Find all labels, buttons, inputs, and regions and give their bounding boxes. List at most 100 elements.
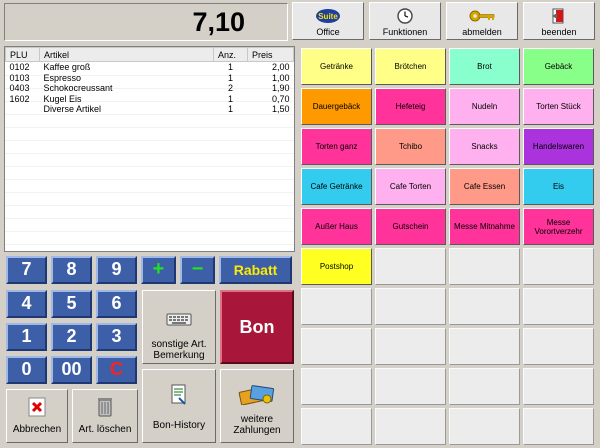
key-icon	[447, 6, 517, 26]
category-button-cafe-getränke[interactable]: Cafe Getränke	[301, 168, 372, 205]
category-button-handelswaren[interactable]: Handelswaren	[523, 128, 594, 165]
category-button-tchibo[interactable]: Tchibo	[375, 128, 446, 165]
row-artikel: Diverse Artikel	[43, 104, 102, 114]
key-00[interactable]: 00	[51, 356, 92, 384]
row-artikel: Kaffee groß	[43, 62, 91, 72]
category-button-torten-stück[interactable]: Torten Stück	[523, 88, 594, 125]
category-button-empty[interactable]	[523, 328, 594, 365]
key-6[interactable]: 6	[96, 290, 137, 318]
clear-button[interactable]: C	[96, 356, 137, 384]
category-button-empty[interactable]	[375, 408, 446, 445]
key-7[interactable]: 7	[6, 256, 47, 284]
abbrechen-button[interactable]: Abbrechen	[6, 389, 68, 443]
category-label: Snacks	[471, 142, 498, 151]
weitere-zahlungen-button[interactable]: weitere Zahlungen	[220, 369, 294, 443]
category-label: Brot	[477, 62, 492, 71]
receipt-list[interactable]: PLU Artikel Anz. Preis 0102 Kaffee groß 1 2…	[4, 46, 295, 252]
category-button-gebäck[interactable]: Gebäck	[523, 48, 594, 85]
category-button-nudeln[interactable]: Nudeln	[449, 88, 520, 125]
abmelden-label: abmelden	[462, 27, 502, 37]
cancel-x-icon	[7, 390, 67, 424]
row-preis: 0,70	[271, 93, 290, 104]
office-button[interactable]: Suite Office	[292, 2, 364, 40]
row-plu	[6, 104, 40, 115]
suite-logo-text: Suite	[318, 12, 338, 21]
receipt-row[interactable]: 1602 Kugel Eis 1 0,70	[6, 94, 294, 105]
minus-button[interactable]: −	[180, 256, 215, 284]
row-anz: 1	[227, 62, 233, 72]
plus-button[interactable]: +	[141, 256, 176, 284]
category-button-empty[interactable]	[301, 288, 372, 325]
row-plu: 0403	[9, 83, 30, 93]
category-button-torten-ganz[interactable]: Torten ganz	[301, 128, 372, 165]
category-button-empty[interactable]	[449, 288, 520, 325]
key-8[interactable]: 8	[51, 256, 92, 284]
category-label: Dauergebäck	[312, 102, 361, 111]
receipt-header-row: PLU Artikel Anz. Preis	[5, 47, 294, 62]
bon-history-label: Bon-History	[152, 420, 206, 431]
key-3[interactable]: 3	[96, 323, 137, 351]
category-button-empty[interactable]	[375, 368, 446, 405]
total-display: 7,10	[4, 3, 288, 41]
category-label: Handelswaren	[532, 142, 585, 151]
category-button-messe-vorortverzehr[interactable]: Messe Vorortverzehr	[523, 208, 594, 245]
category-button-empty[interactable]	[449, 408, 520, 445]
category-button-cafe-essen[interactable]: Cafe Essen	[449, 168, 520, 205]
row-artikel: Espresso	[43, 72, 82, 83]
category-button-brötchen[interactable]: Brötchen	[375, 48, 446, 85]
category-button-empty[interactable]	[375, 248, 446, 285]
category-button-eis[interactable]: Eis	[523, 168, 594, 205]
category-button-empty[interactable]	[523, 248, 594, 285]
category-button-empty[interactable]	[449, 368, 520, 405]
bon-history-button[interactable]: Bon-History	[142, 369, 216, 443]
category-button-empty[interactable]	[523, 368, 594, 405]
key-2[interactable]: 2	[51, 323, 92, 351]
key-5[interactable]: 5	[51, 290, 92, 318]
suite-logo-icon: Suite	[293, 6, 363, 26]
category-label: Torten ganz	[315, 142, 358, 151]
beenden-button[interactable]: beenden	[523, 2, 595, 40]
trash-icon	[73, 390, 137, 424]
key-4[interactable]: 4	[6, 290, 47, 318]
category-button-empty[interactable]	[375, 328, 446, 365]
key-9[interactable]: 9	[96, 256, 137, 284]
receipt-row[interactable]: 0103 Espresso 1 1,00	[6, 73, 294, 84]
receipt-row[interactable]: Diverse Artikel 1 1,50	[6, 104, 294, 115]
category-button-empty[interactable]	[523, 408, 594, 445]
keyboard-icon	[143, 299, 215, 339]
category-button-messe-mitnahme[interactable]: Messe Mitnahme	[449, 208, 520, 245]
key-0[interactable]: 0	[6, 356, 47, 384]
category-button-hefeteig[interactable]: Hefeteig	[375, 88, 446, 125]
row-artikel: Schokocreussant	[43, 83, 113, 93]
row-plu: 1602	[9, 93, 30, 104]
category-button-empty[interactable]	[301, 408, 372, 445]
category-button-brot[interactable]: Brot	[449, 48, 520, 85]
receipt-row[interactable]: 0403 Schokocreussant 2 1,90	[6, 83, 294, 94]
category-button-empty[interactable]	[301, 328, 372, 365]
category-button-getränke[interactable]: Getränke	[301, 48, 372, 85]
category-button-empty[interactable]	[449, 328, 520, 365]
bon-button[interactable]: Bon	[220, 290, 294, 364]
key-1[interactable]: 1	[6, 323, 47, 351]
category-button-snacks[interactable]: Snacks	[449, 128, 520, 165]
rabatt-button[interactable]: Rabatt	[219, 256, 292, 284]
clock-icon	[370, 6, 440, 26]
category-button-empty[interactable]	[375, 288, 446, 325]
art-loeschen-button[interactable]: Art. löschen	[72, 389, 138, 443]
bemerkung-button[interactable]: sonstige Art. Bemerkung	[142, 290, 216, 364]
funktionen-button[interactable]: Funktionen	[369, 2, 441, 40]
category-button-empty[interactable]	[449, 248, 520, 285]
category-button-dauergebäck[interactable]: Dauergebäck	[301, 88, 372, 125]
category-button-gutschein[interactable]: Gutschein	[375, 208, 446, 245]
bemerkung-label: sonstige Art. Bemerkung	[151, 339, 207, 361]
abmelden-button[interactable]: abmelden	[446, 2, 518, 40]
category-button-cafe-torten[interactable]: Cafe Torten	[375, 168, 446, 205]
row-anz: 2	[227, 83, 233, 93]
category-button-außer-haus[interactable]: Außer Haus	[301, 208, 372, 245]
category-button-empty[interactable]	[301, 368, 372, 405]
category-label: Tchibo	[398, 142, 423, 151]
abbrechen-label: Abbrechen	[12, 424, 62, 435]
category-button-empty[interactable]	[523, 288, 594, 325]
category-button-postshop[interactable]: Postshop	[301, 248, 372, 285]
receipt-row[interactable]: 0102 Kaffee groß 1 2,00	[6, 62, 294, 73]
